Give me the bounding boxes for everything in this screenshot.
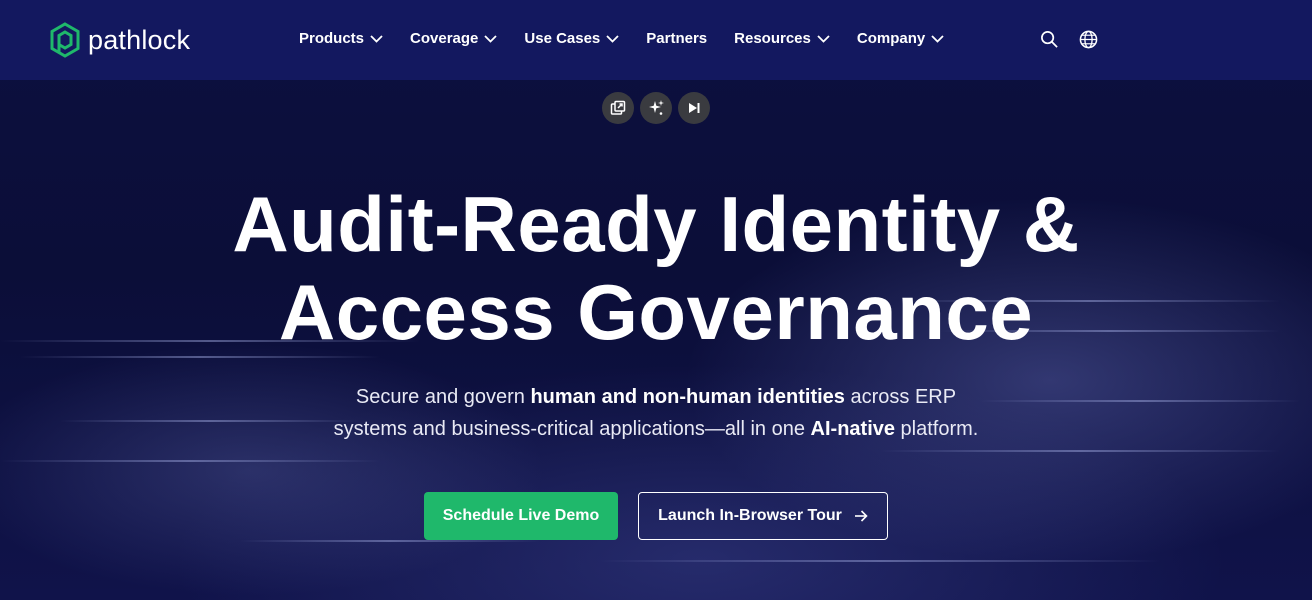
chevron-down-icon	[606, 34, 619, 43]
media-controls	[602, 92, 710, 124]
chevron-down-icon	[370, 34, 383, 43]
picture-in-picture-icon	[610, 100, 626, 115]
subhead-text: platform.	[895, 418, 979, 440]
top-navbar: pathlock Products Coverage Use Cases Par…	[0, 0, 1312, 80]
sparkle-button[interactable]	[640, 92, 672, 124]
hero-subheadline: Secure and govern human and non-human id…	[0, 381, 1312, 445]
main-nav: Products Coverage Use Cases Partners Res…	[299, 30, 971, 47]
sparkle-icon	[649, 100, 664, 115]
brand-logo[interactable]: pathlock	[50, 22, 190, 58]
chevron-down-icon	[484, 34, 498, 43]
nav-item-label: Use Cases	[524, 30, 601, 47]
nav-item-company[interactable]: Company	[857, 30, 944, 47]
subhead-bold-text: human and non-human identities	[530, 386, 845, 408]
nav-item-label: Resources	[734, 30, 811, 47]
subhead-text: across ERP	[844, 386, 957, 408]
headline-line-1: Audit-Ready Identity &	[232, 180, 1080, 268]
hero-headline: Audit-Ready Identity & Access Governance	[0, 180, 1312, 356]
skip-forward-button[interactable]	[678, 92, 710, 124]
launch-tour-button[interactable]: Launch In-Browser Tour	[638, 492, 888, 540]
skip-forward-icon	[689, 103, 700, 113]
nav-item-label: Products	[299, 30, 365, 47]
button-label: Launch In-Browser Tour	[658, 507, 842, 524]
light-streak	[600, 560, 1160, 562]
page: pathlock Products Coverage Use Cases Par…	[0, 0, 1312, 600]
button-label: Schedule Live Demo	[442, 507, 600, 524]
light-streak	[240, 540, 540, 542]
nav-utility-icons	[1040, 30, 1098, 49]
nav-item-use-cases[interactable]: Use Cases	[524, 30, 619, 47]
nav-item-products[interactable]: Products	[299, 30, 383, 47]
nav-item-partners[interactable]: Partners	[646, 30, 707, 47]
light-streak	[20, 356, 380, 358]
subhead-bold-text: AI-native	[810, 418, 895, 440]
headline-line-2: Access Governance	[278, 268, 1034, 356]
chevron-down-icon	[931, 34, 944, 43]
picture-in-picture-button[interactable]	[602, 92, 634, 124]
search-icon[interactable]	[1040, 30, 1059, 49]
subhead-text: Secure and govern	[355, 386, 531, 408]
nav-item-resources[interactable]: Resources	[734, 30, 830, 47]
schedule-demo-button[interactable]: Schedule Live Demo	[424, 492, 618, 540]
nav-item-label: Coverage	[410, 30, 479, 47]
nav-item-coverage[interactable]: Coverage	[410, 30, 498, 47]
pathlock-logo-icon	[50, 22, 80, 58]
globe-icon[interactable]	[1079, 30, 1098, 49]
chevron-down-icon	[817, 34, 830, 43]
light-streak	[880, 450, 1280, 452]
nav-item-label: Partners	[646, 30, 708, 47]
arrow-right-icon	[854, 510, 868, 522]
nav-item-label: Company	[856, 30, 926, 47]
light-streak	[0, 460, 380, 462]
subhead-text: systems and business-critical applicatio…	[333, 418, 811, 440]
brand-name: pathlock	[88, 24, 191, 55]
